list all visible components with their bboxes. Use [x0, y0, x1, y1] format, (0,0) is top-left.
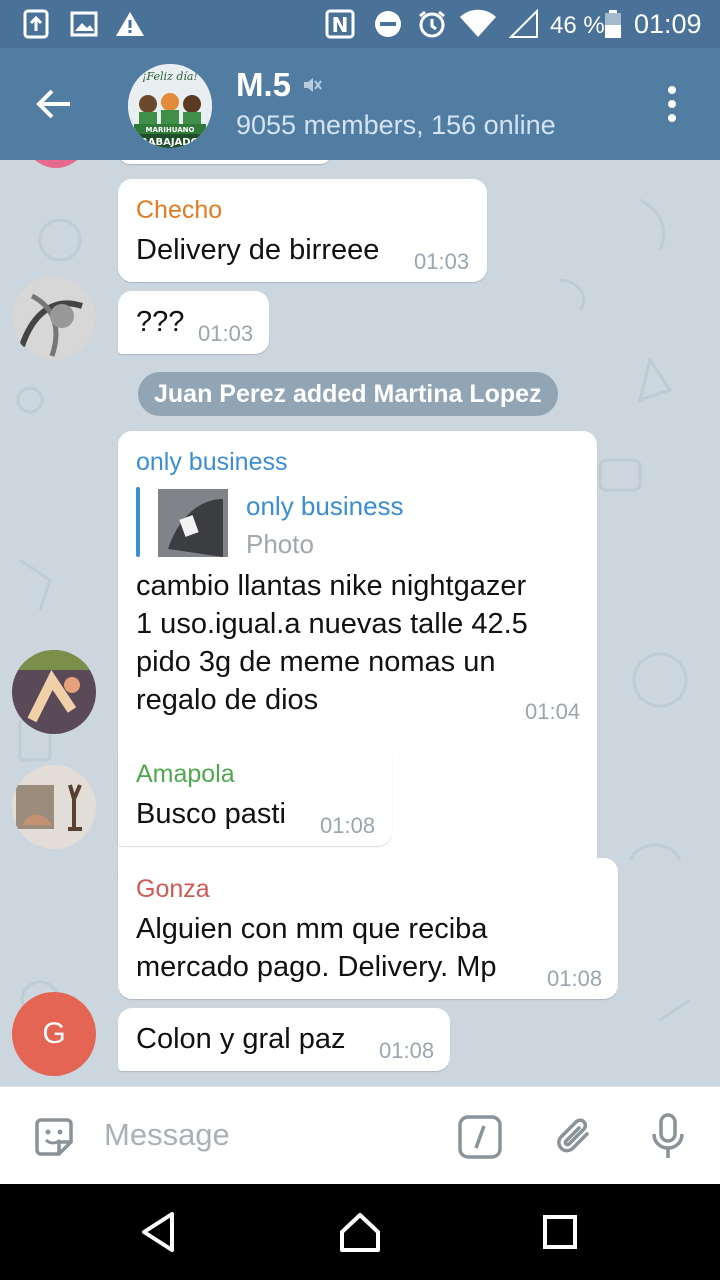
message-input[interactable]: Message: [104, 1117, 230, 1153]
svg-text:¡Feliz día!: ¡Feliz día!: [142, 70, 198, 83]
sender-name[interactable]: Amapola: [136, 760, 235, 789]
sender-name[interactable]: Gonza: [136, 875, 210, 904]
triangle-back-icon: [142, 1212, 174, 1252]
message-bubble[interactable]: Checho Delivery de birreee 01:03: [118, 179, 487, 282]
avatar[interactable]: [12, 765, 96, 849]
message-time: 01:08: [379, 1038, 435, 1063]
message-list[interactable]: Checho Delivery de birreee 01:03 ??? 01:…: [0, 160, 720, 1086]
dot-icon: [668, 100, 676, 108]
avatar[interactable]: [12, 650, 96, 734]
message-bubble[interactable]: Gonza Alguien con mm que reciba mercado …: [118, 858, 618, 999]
message-bubble[interactable]: Amapola Busco pasti 01:08: [118, 743, 392, 846]
message-time: 01:08: [320, 813, 376, 838]
sender-name[interactable]: Checho: [136, 196, 222, 225]
upload-icon: [20, 8, 52, 40]
microphone-icon: [652, 1113, 684, 1158]
message-text: Busco pasti: [136, 798, 286, 830]
group-member-count: 9055 members, 156 online: [236, 110, 556, 140]
group-title[interactable]: M.5: [236, 66, 323, 104]
message-text-line: regalo de dios: [136, 684, 319, 716]
bot-commands-button[interactable]: [452, 1109, 508, 1165]
service-message: Juan Perez added Martina Lopez: [138, 372, 558, 416]
reply-type: Photo: [246, 529, 314, 559]
nav-home-button[interactable]: [332, 1204, 388, 1260]
square-recents-icon: [543, 1215, 577, 1249]
warning-icon: [114, 8, 146, 40]
message-composer: Message: [0, 1086, 720, 1184]
attach-button[interactable]: [546, 1109, 602, 1165]
nav-back-button[interactable]: [130, 1204, 186, 1260]
chat-header: ¡Feliz día! MARIHUANO TRABAJADOR M.5 905…: [0, 48, 720, 160]
svg-text:MARIHUANO: MARIHUANO: [146, 126, 195, 134]
message-text-line: pido 3g de meme nomas un: [136, 646, 496, 678]
dot-icon: [668, 86, 676, 94]
voice-record-button[interactable]: [640, 1109, 696, 1165]
message-text-line: cambio llantas nike nightgazer: [136, 570, 527, 602]
avatar-letter: G: [42, 1017, 66, 1050]
avatar[interactable]: G: [12, 992, 96, 1076]
nav-recents-button[interactable]: [532, 1204, 588, 1260]
alarm-icon: [416, 8, 448, 40]
message-bubble[interactable]: Colon y gral paz 01:08: [118, 1008, 450, 1071]
arrow-left-icon: [36, 89, 70, 119]
battery-icon: [602, 8, 624, 40]
nfc-icon: N: [324, 8, 356, 40]
message-text-line: Alguien con mm que reciba: [136, 913, 488, 945]
more-options-button[interactable]: [648, 76, 696, 132]
system-navigation-bar: [0, 1184, 720, 1280]
reply-preview[interactable]: only business Photo: [136, 487, 436, 559]
sticker-icon: [35, 1118, 73, 1156]
message-time: 01:04: [525, 699, 581, 724]
sticker-button[interactable]: [26, 1109, 82, 1165]
back-button[interactable]: [22, 72, 86, 136]
reply-sender: only business: [246, 491, 404, 521]
do-not-disturb-icon: [372, 8, 404, 40]
reply-bar: [136, 487, 140, 557]
message-time: 01:08: [547, 966, 603, 991]
paperclip-icon: [557, 1118, 589, 1153]
dot-icon: [668, 114, 676, 122]
message-text: ???: [136, 306, 185, 338]
slash-command-icon: [458, 1115, 502, 1159]
svg-text:TRABAJADOR: TRABAJADOR: [133, 137, 207, 148]
reply-thumbnail: [158, 489, 228, 557]
status-bar: N 46 % 01:09: [0, 0, 720, 48]
message-time: 01:03: [414, 249, 470, 274]
home-icon: [340, 1213, 380, 1252]
message-bubble-partial[interactable]: [118, 160, 332, 164]
wifi-icon: [458, 8, 498, 40]
signal-icon: [508, 8, 540, 40]
battery-percent: 46 %: [550, 12, 605, 39]
message-text-line: mercado pago. Delivery. Mp: [136, 951, 497, 983]
avatar[interactable]: [12, 276, 96, 360]
message-bubble[interactable]: ??? 01:03: [118, 291, 269, 354]
muted-icon: [304, 78, 322, 92]
group-name: M.5: [236, 66, 292, 103]
group-avatar[interactable]: ¡Feliz día! MARIHUANO TRABAJADOR: [128, 64, 212, 148]
message-text-line: 1 uso.igual.a nuevas talle 42.5: [136, 608, 528, 640]
svg-text:N: N: [332, 13, 349, 37]
message-time: 01:03: [198, 321, 254, 346]
image-icon: [68, 8, 100, 40]
sender-name[interactable]: only business: [136, 448, 287, 477]
message-text: Delivery de birreee: [136, 234, 380, 266]
message-text: Colon y gral paz: [136, 1023, 346, 1055]
clock: 01:09: [634, 9, 702, 39]
